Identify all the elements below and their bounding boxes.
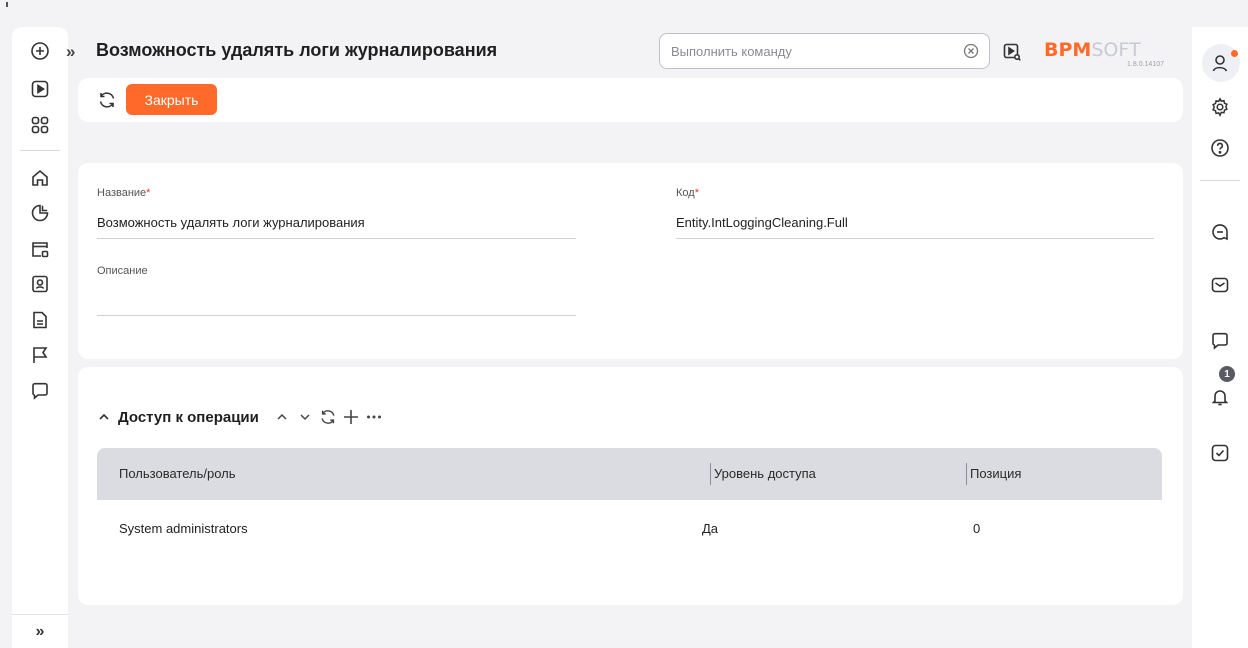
table-row[interactable]: System administrators Да 0 bbox=[97, 500, 1162, 552]
window-corner-mark bbox=[6, 2, 8, 7]
help-icon[interactable] bbox=[1208, 136, 1232, 160]
expand-section-icon[interactable]: » bbox=[66, 42, 75, 62]
messages-icon[interactable] bbox=[1208, 329, 1232, 353]
expand-nav-icon[interactable]: » bbox=[12, 614, 68, 648]
code-label-text: Код bbox=[676, 187, 695, 199]
flag-icon[interactable] bbox=[28, 343, 52, 367]
command-input[interactable] bbox=[659, 33, 990, 69]
column-divider[interactable] bbox=[966, 463, 967, 485]
cell-access-level: Да bbox=[702, 521, 719, 536]
move-up-icon[interactable] bbox=[273, 408, 291, 426]
home-icon[interactable] bbox=[28, 166, 52, 190]
name-field[interactable]: Возможность удалять логи журналирования bbox=[97, 215, 576, 239]
column-header-user[interactable]: Пользователь/роль bbox=[119, 466, 236, 481]
avatar-status-dot bbox=[1231, 50, 1238, 57]
logo-brand: BPM bbox=[1044, 39, 1092, 61]
refresh-grid-icon[interactable] bbox=[319, 408, 337, 426]
run-process-icon[interactable] bbox=[28, 77, 52, 101]
ai-assistant-icon[interactable] bbox=[1208, 220, 1232, 244]
user-icon bbox=[1212, 55, 1228, 72]
move-down-icon[interactable] bbox=[296, 408, 314, 426]
name-field-label: Название* bbox=[97, 187, 150, 199]
code-field-label: Код* bbox=[676, 187, 699, 199]
tools-separator bbox=[1200, 180, 1240, 181]
document-icon[interactable] bbox=[28, 308, 52, 332]
left-nav-bar: » bbox=[12, 27, 68, 648]
refresh-icon[interactable] bbox=[96, 89, 118, 111]
more-actions-icon[interactable] bbox=[365, 408, 383, 426]
nav-separator bbox=[20, 150, 60, 151]
run-command-icon[interactable] bbox=[1002, 42, 1022, 62]
settings-gear-icon[interactable] bbox=[1208, 95, 1232, 119]
dashboard-pie-icon[interactable] bbox=[28, 201, 52, 225]
description-field-label: Описание bbox=[97, 265, 148, 277]
record-form-panel bbox=[78, 163, 1183, 359]
tasks-checkbox-icon[interactable] bbox=[1208, 441, 1232, 465]
clear-command-icon[interactable] bbox=[962, 42, 980, 60]
access-section-header: Доступ к операции bbox=[96, 405, 388, 429]
bpmsoft-logo: BPMSOFT 1.8.0.14107 bbox=[1044, 40, 1174, 74]
required-mark: * bbox=[146, 187, 151, 199]
close-button[interactable]: Закрыть bbox=[126, 84, 217, 115]
email-icon[interactable] bbox=[1208, 273, 1232, 297]
access-grid-header: Пользователь/роль Уровень доступа Позици… bbox=[97, 448, 1162, 500]
app-version: 1.8.0.14107 bbox=[1127, 61, 1164, 68]
notifications-bell-icon[interactable] bbox=[1208, 385, 1232, 409]
code-field[interactable]: Entity.IntLoggingCleaning.Full bbox=[676, 215, 1154, 239]
description-field[interactable] bbox=[97, 293, 576, 316]
cell-position: 0 bbox=[973, 521, 981, 536]
calendar-icon[interactable] bbox=[28, 237, 52, 261]
toolbar-panel bbox=[78, 78, 1183, 122]
right-tools-bar: 1 bbox=[1192, 27, 1248, 648]
name-label-text: Название bbox=[97, 187, 147, 199]
column-divider[interactable] bbox=[710, 463, 711, 485]
collapse-chevron-up-icon[interactable] bbox=[96, 409, 112, 425]
contacts-icon[interactable] bbox=[28, 272, 52, 296]
page-title: Возможность удалять логи журналирования bbox=[96, 40, 498, 60]
add-record-icon[interactable] bbox=[342, 408, 360, 426]
access-section-title: Доступ к операции bbox=[118, 408, 259, 426]
column-header-position[interactable]: Позиция bbox=[970, 466, 1021, 481]
required-mark: * bbox=[694, 187, 699, 199]
apps-grid-icon[interactable] bbox=[28, 113, 52, 137]
cell-user: System administrators bbox=[119, 521, 248, 536]
chat-icon[interactable] bbox=[28, 379, 52, 403]
user-avatar[interactable] bbox=[1202, 44, 1240, 82]
notifications-badge: 1 bbox=[1219, 366, 1235, 382]
column-header-access-level[interactable]: Уровень доступа bbox=[714, 466, 816, 481]
logo-suffix: SOFT bbox=[1091, 39, 1141, 61]
add-icon[interactable] bbox=[28, 39, 52, 63]
